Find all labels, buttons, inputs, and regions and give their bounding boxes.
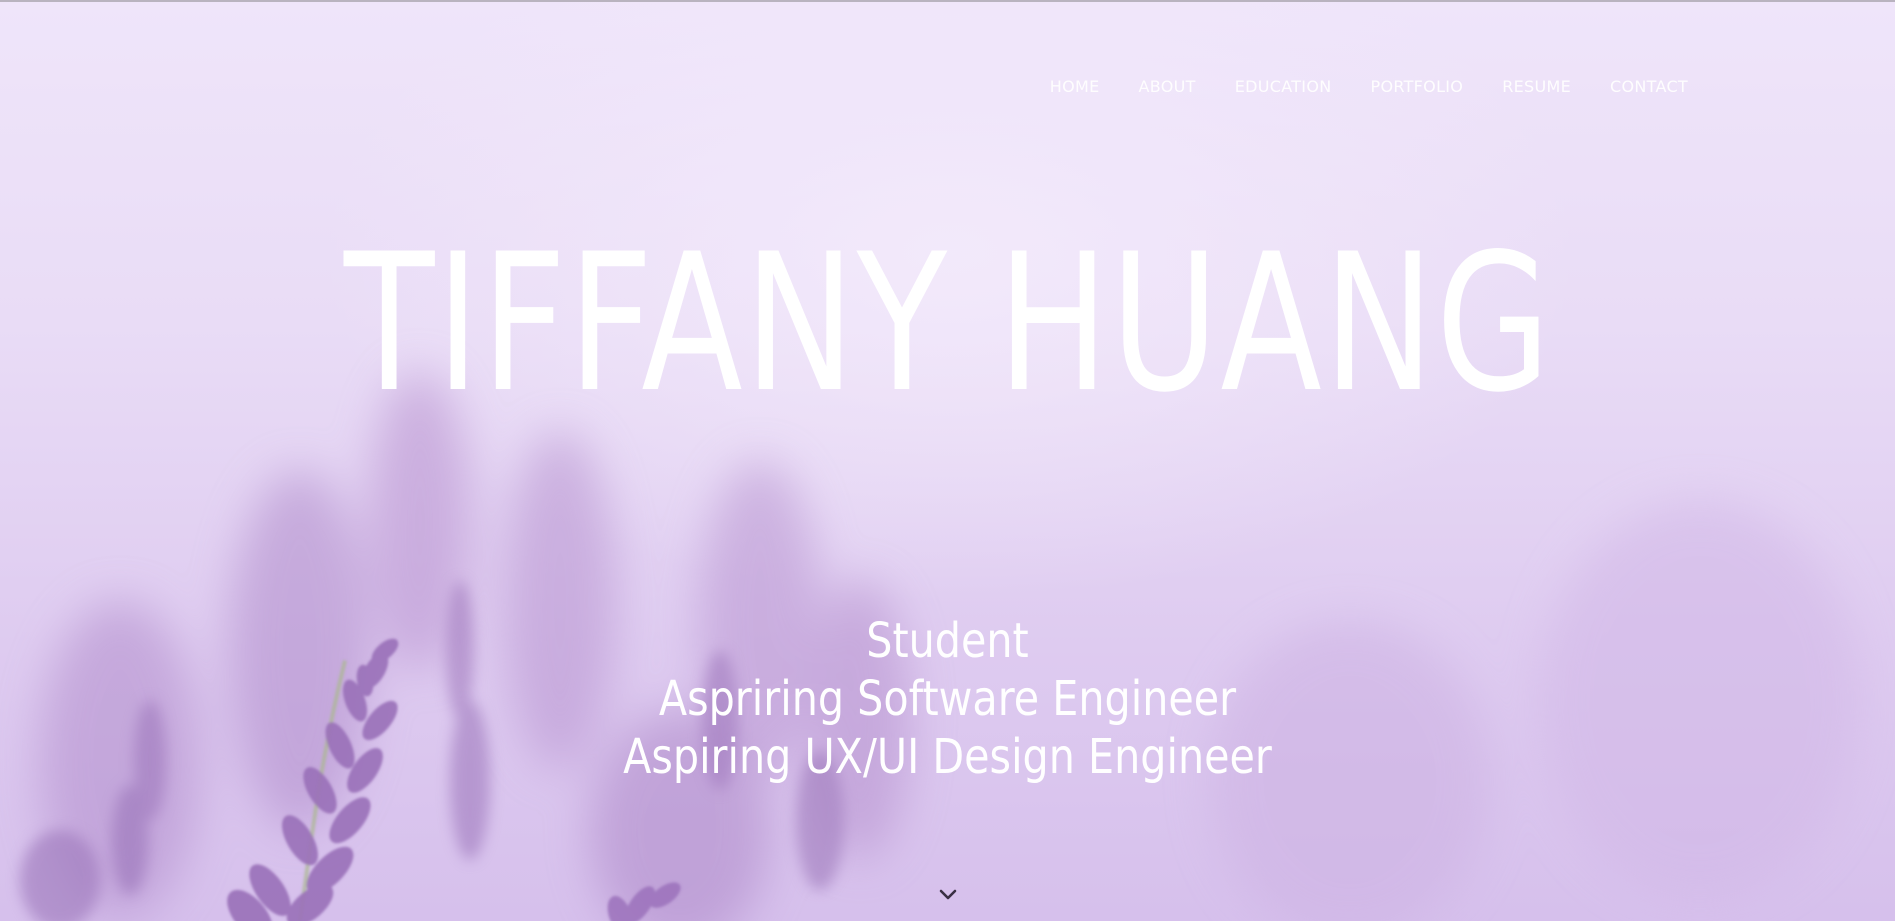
nav-item-home[interactable]: HOME — [1050, 76, 1100, 98]
hero-name: TIFFANY HUANG — [343, 213, 1553, 434]
role-student: Student — [866, 613, 1029, 669]
role-software-engineer: Aspriring Software Engineer — [658, 671, 1237, 727]
main-nav: HOME ABOUT EDUCATION PORTFOLIO RESUME CO… — [1011, 76, 1688, 98]
role-ux-ui-engineer: Aspiring UX/UI Design Engineer — [623, 729, 1272, 785]
nav-item-contact[interactable]: CONTACT — [1610, 76, 1688, 98]
hero-roles: Student Aspriring Software Engineer Aspi… — [0, 612, 1895, 786]
hero-section: HOME ABOUT EDUCATION PORTFOLIO RESUME CO… — [0, 0, 1895, 921]
nav-item-about[interactable]: ABOUT — [1139, 76, 1196, 98]
nav-item-portfolio[interactable]: PORTFOLIO — [1371, 76, 1464, 98]
nav-item-education[interactable]: EDUCATION — [1235, 76, 1332, 98]
chevron-down-icon[interactable] — [938, 888, 958, 902]
nav-item-resume[interactable]: RESUME — [1502, 76, 1571, 98]
